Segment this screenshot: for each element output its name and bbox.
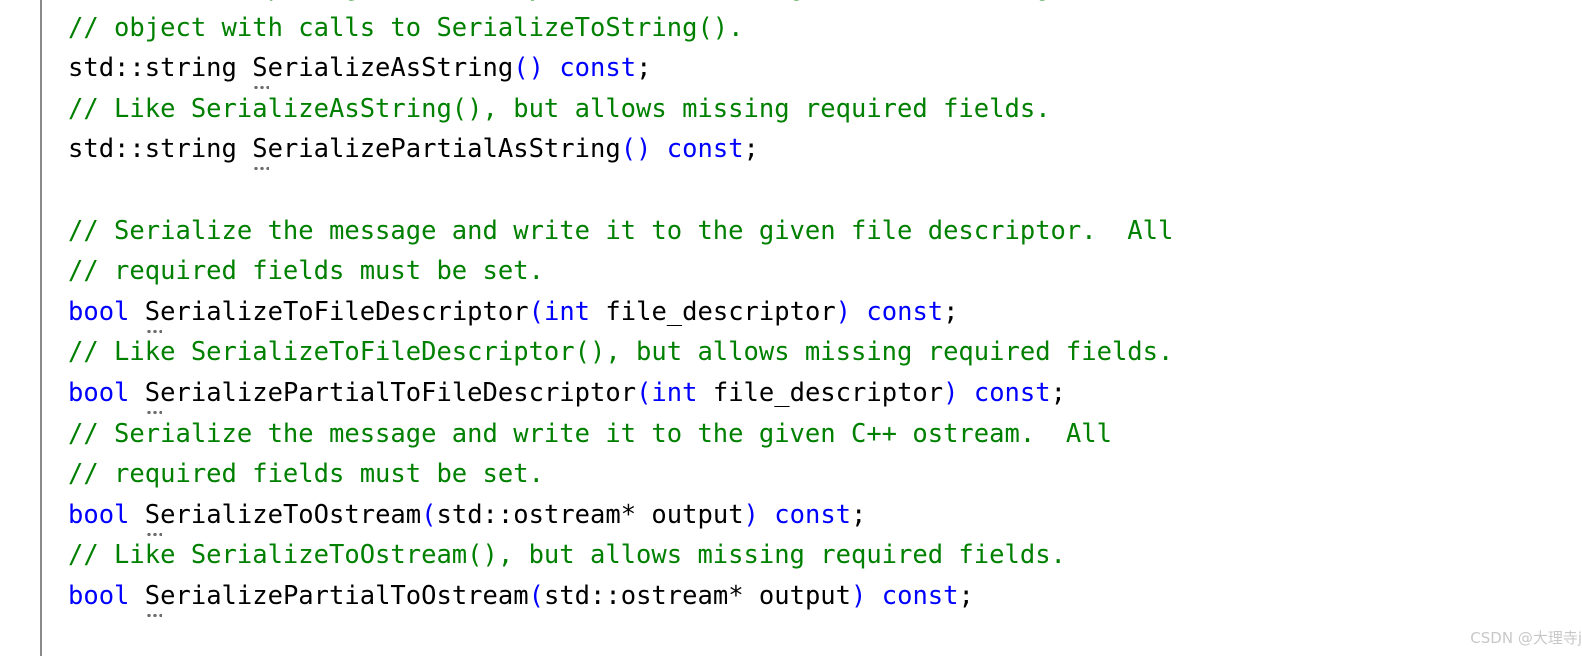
code-line[interactable]: // reduce heap fragmentation by instead … <box>0 0 1582 8</box>
code-line[interactable]: // Like SerializeAsString(), but allows … <box>0 89 1582 130</box>
code-line[interactable]: bool SerializePartialToOstream(std::ostr… <box>0 576 1582 617</box>
code-token: // Like SerializeToFileDescriptor(), but… <box>68 337 1174 368</box>
code-token: int <box>651 377 698 408</box>
code-token: erializeAsString <box>267 53 514 84</box>
code-token: ( <box>528 296 544 327</box>
code-token: bool <box>68 296 130 327</box>
code-token: ; <box>943 296 959 327</box>
code-token: ; <box>636 53 652 84</box>
code-line[interactable]: std::string SerializeAsString() const; <box>0 48 1582 89</box>
code-token: ) <box>835 296 852 327</box>
code-token: std::string <box>68 53 253 84</box>
code-line[interactable]: // Like SerializeToFileDescriptor(), but… <box>0 332 1582 373</box>
code-token: ; <box>743 134 759 165</box>
code-token: ) <box>743 499 759 530</box>
code-line[interactable]: // Serialize the message and write it to… <box>0 414 1582 455</box>
code-token: file_descriptor <box>590 296 836 327</box>
code-line[interactable]: // required fields must be set. <box>0 454 1582 495</box>
symbol-hint-marker: S <box>144 499 161 530</box>
code-token: ( <box>421 499 437 530</box>
code-token: const <box>666 134 744 165</box>
csdn-watermark: CSDN @大理寺j <box>1470 629 1582 647</box>
code-token: erializePartialAsString <box>267 134 621 165</box>
code-line[interactable]: bool SerializeToOstream(std::ostream* ou… <box>0 495 1582 536</box>
code-line[interactable]: bool SerializeToFileDescriptor(int file_… <box>0 292 1582 333</box>
code-content[interactable]: // reduce heap fragmentation by instead … <box>0 0 1582 617</box>
code-token: const <box>774 499 852 530</box>
code-token: ; <box>851 499 867 530</box>
code-token: // required fields must be set. <box>68 256 544 287</box>
code-token: const <box>881 580 959 611</box>
code-token: ) <box>851 580 867 611</box>
code-token: int <box>543 296 591 327</box>
code-token: // required fields must be set. <box>68 459 544 490</box>
symbol-hint-marker: S <box>144 296 161 327</box>
code-token: // Serialize the message and write it to… <box>68 418 1112 449</box>
code-token: erializeToOstream <box>160 499 422 530</box>
symbol-hint-marker: S <box>144 377 161 408</box>
code-token: const <box>866 296 944 327</box>
code-token: () <box>513 53 544 84</box>
code-line[interactable]: // Serialize the message and write it to… <box>0 211 1582 252</box>
code-token: () <box>620 134 652 165</box>
code-token: bool <box>68 499 130 530</box>
code-editor[interactable]: // reduce heap fragmentation by instead … <box>0 0 1582 656</box>
code-token: ; <box>958 580 974 611</box>
code-token: ( <box>528 580 544 611</box>
code-token: erializePartialToFileDescriptor <box>160 377 637 408</box>
code-token: ) <box>943 377 959 408</box>
code-token: // reduce heap fragmentation by instead … <box>68 0 1051 2</box>
symbol-hint-marker: S <box>252 134 268 165</box>
code-token: const <box>973 377 1051 408</box>
code-token: ; <box>1050 377 1066 408</box>
symbol-hint-marker: S <box>144 580 161 611</box>
code-token: std::string <box>68 134 253 165</box>
code-token: std::ostream* output <box>436 499 744 530</box>
code-token: // Like SerializeAsString(), but allows … <box>68 93 1051 124</box>
code-token: std::ostream* output <box>543 580 852 611</box>
code-token: // Like SerializeToOstream(), but allows… <box>68 540 1066 571</box>
code-line[interactable]: // object with calls to SerializeToStrin… <box>0 8 1582 49</box>
code-line[interactable]: std::string SerializePartialAsString() c… <box>0 129 1582 170</box>
code-token: erializeToFileDescriptor <box>160 296 529 327</box>
code-line[interactable]: bool SerializePartialToFileDescriptor(in… <box>0 373 1582 414</box>
symbol-hint-marker: S <box>252 53 268 84</box>
code-token: // Serialize the message and write it to… <box>68 215 1174 246</box>
code-line[interactable] <box>0 170 1582 211</box>
code-token: erializePartialToOstream <box>160 580 529 611</box>
code-token: bool <box>68 580 130 611</box>
code-token: bool <box>68 377 130 408</box>
code-token: const <box>559 53 637 84</box>
code-line[interactable]: // required fields must be set. <box>0 251 1582 292</box>
code-token: ( <box>636 377 652 408</box>
code-token: file_descriptor <box>697 377 944 408</box>
code-line[interactable]: // Like SerializeToOstream(), but allows… <box>0 535 1582 576</box>
code-token: // object with calls to SerializeToStrin… <box>68 12 744 43</box>
